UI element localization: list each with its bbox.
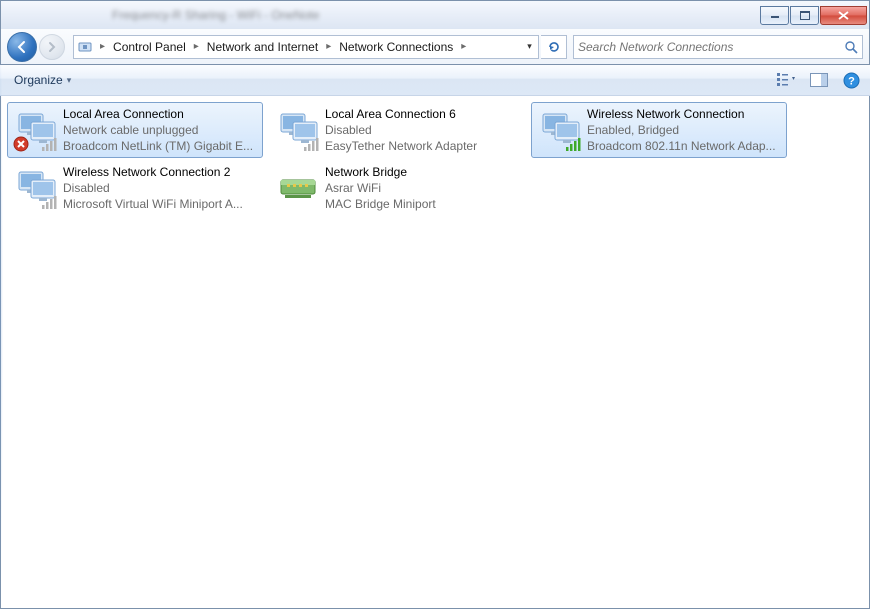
help-button[interactable]: ?: [840, 69, 862, 91]
navigation-bar: ▸ Control Panel ▸ Network and Internet ▸…: [0, 29, 870, 65]
connection-item[interactable]: Local Area Connection 6 Disabled EasyTet…: [269, 102, 525, 158]
search-box[interactable]: [573, 35, 863, 59]
connection-title: Network Bridge: [325, 164, 521, 180]
connection-status: Network cable unplugged: [63, 122, 259, 138]
connection-title: Local Area Connection 6: [325, 106, 521, 122]
connection-text: Wireless Network Connection Enabled, Bri…: [585, 106, 783, 154]
connection-device: Broadcom NetLink (TM) Gigabit E...: [63, 138, 259, 154]
breadcrumb-dropdown[interactable]: ▾: [520, 36, 538, 58]
arrow-right-icon: [46, 41, 58, 53]
connection-status: Enabled, Bridged: [587, 122, 783, 138]
connection-title: Wireless Network Connection 2: [63, 164, 259, 180]
maximize-icon: [800, 11, 810, 20]
view-icon: [777, 72, 797, 88]
connection-item[interactable]: Wireless Network Connection 2 Disabled M…: [7, 160, 263, 216]
minimize-icon: [770, 11, 780, 19]
arrow-left-icon: [15, 40, 29, 54]
connection-title: Wireless Network Connection: [587, 106, 783, 122]
preview-pane-icon: [810, 73, 828, 87]
connection-icon: [273, 106, 323, 154]
connection-text: Local Area Connection 6 Disabled EasyTet…: [323, 106, 521, 154]
organize-menu[interactable]: Organize: [8, 69, 77, 91]
minimize-button[interactable]: [760, 6, 789, 25]
close-icon: [838, 11, 849, 20]
connection-device: MAC Bridge Miniport: [325, 196, 521, 212]
window-title: Frequency-R Sharing - WiFi - OneNote: [2, 8, 760, 22]
connection-device: Broadcom 802.11n Network Adap...: [587, 138, 783, 154]
connection-text: Local Area Connection Network cable unpl…: [61, 106, 259, 154]
breadcrumb-sep[interactable]: ▸: [457, 41, 470, 52]
view-options-button[interactable]: [776, 69, 798, 91]
edge-glow: [0, 96, 3, 609]
refresh-button[interactable]: [541, 35, 567, 59]
connection-icon: [11, 164, 61, 212]
preview-pane-button[interactable]: [808, 69, 830, 91]
maximize-button[interactable]: [790, 6, 819, 25]
connection-item[interactable]: Network Bridge Asrar WiFi MAC Bridge Min…: [269, 160, 525, 216]
search-input[interactable]: [578, 40, 844, 54]
connection-icon: [535, 106, 585, 154]
window-buttons: [760, 6, 868, 25]
crumb-network-connections[interactable]: Network Connections: [335, 40, 457, 54]
nav-back-button[interactable]: [7, 32, 37, 62]
breadcrumb-sep[interactable]: ▸: [96, 41, 109, 52]
organize-label: Organize: [14, 73, 63, 87]
connection-status: Disabled: [325, 122, 521, 138]
location-icon: [74, 36, 96, 58]
address-breadcrumb[interactable]: ▸ Control Panel ▸ Network and Internet ▸…: [73, 35, 539, 59]
connection-device: Microsoft Virtual WiFi Miniport A...: [63, 196, 259, 212]
connection-title: Local Area Connection: [63, 106, 259, 122]
connection-text: Network Bridge Asrar WiFi MAC Bridge Min…: [323, 164, 521, 212]
content-area[interactable]: Local Area Connection Network cable unpl…: [0, 96, 870, 609]
close-button[interactable]: [820, 6, 867, 25]
nav-forward-button[interactable]: [39, 34, 65, 60]
connection-icon: [11, 106, 61, 154]
connection-icon: [273, 164, 323, 212]
connection-status: Asrar WiFi: [325, 180, 521, 196]
connection-item[interactable]: Wireless Network Connection Enabled, Bri…: [531, 102, 787, 158]
connection-text: Wireless Network Connection 2 Disabled M…: [61, 164, 259, 212]
refresh-icon: [547, 40, 561, 54]
crumb-network-internet[interactable]: Network and Internet: [203, 40, 322, 54]
crumb-control-panel[interactable]: Control Panel: [109, 40, 190, 54]
connection-device: EasyTether Network Adapter: [325, 138, 521, 154]
toolbar: Organize ?: [0, 65, 870, 96]
breadcrumb-sep[interactable]: ▸: [322, 41, 335, 52]
svg-text:?: ?: [848, 75, 855, 87]
help-icon: ?: [843, 72, 860, 89]
connection-item[interactable]: Local Area Connection Network cable unpl…: [7, 102, 263, 158]
connection-status: Disabled: [63, 180, 259, 196]
window-titlebar: Frequency-R Sharing - WiFi - OneNote: [0, 0, 870, 29]
search-icon: [844, 40, 858, 54]
breadcrumb-sep[interactable]: ▸: [190, 41, 203, 52]
